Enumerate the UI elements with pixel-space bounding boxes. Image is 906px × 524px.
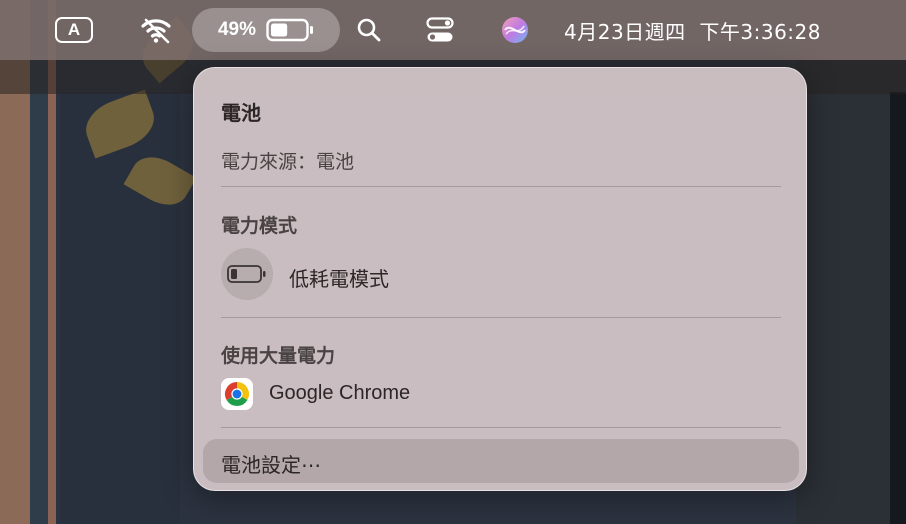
- wifi-menu[interactable]: [140, 0, 176, 60]
- low-power-mode-toggle[interactable]: [221, 248, 273, 300]
- wallpaper-right-edge: [890, 92, 906, 524]
- input-source-menu[interactable]: A: [55, 0, 97, 60]
- battery-menu[interactable]: 49%: [192, 8, 340, 52]
- input-source-icon: A: [55, 17, 93, 43]
- battery-menu-title: 電池: [221, 101, 261, 125]
- menu-bar-clock[interactable]: 4月23日週四 下午3:36:28: [564, 0, 894, 60]
- battery-dropdown: 電池 電力來源：電池 電力模式 低耗電模式 使用大量電力 Google Chro…: [193, 67, 807, 491]
- wallpaper-window-panel: [60, 92, 180, 524]
- wifi-icon: [141, 18, 171, 44]
- low-battery-icon: [227, 265, 266, 283]
- divider: [221, 317, 781, 318]
- power-mode-header: 電力模式: [221, 215, 298, 237]
- divider: [221, 427, 781, 428]
- siri-menu[interactable]: [500, 0, 532, 60]
- app-name-chrome[interactable]: Google Chrome: [269, 382, 410, 405]
- divider: [221, 186, 781, 187]
- low-power-mode-label[interactable]: 低耗電模式: [289, 263, 389, 292]
- chrome-icon[interactable]: [221, 378, 253, 410]
- chrome-logo: [224, 382, 250, 407]
- control-center-icon: [426, 17, 454, 42]
- spotlight-menu[interactable]: [356, 0, 384, 60]
- search-icon: [357, 18, 381, 42]
- siri-icon: [502, 17, 528, 43]
- input-source-label: A: [67, 20, 81, 39]
- clock-text: 4月23日週四 下午3:36:28: [564, 19, 821, 44]
- significant-energy-header: 使用大量電力: [221, 345, 336, 367]
- battery-settings-label[interactable]: 電池設定⋯: [221, 449, 321, 478]
- power-source-text: 電力來源：電池: [221, 151, 355, 173]
- battery-icon: [266, 18, 314, 42]
- battery-percentage: 49%: [217, 19, 257, 40]
- control-center-menu[interactable]: [426, 0, 458, 60]
